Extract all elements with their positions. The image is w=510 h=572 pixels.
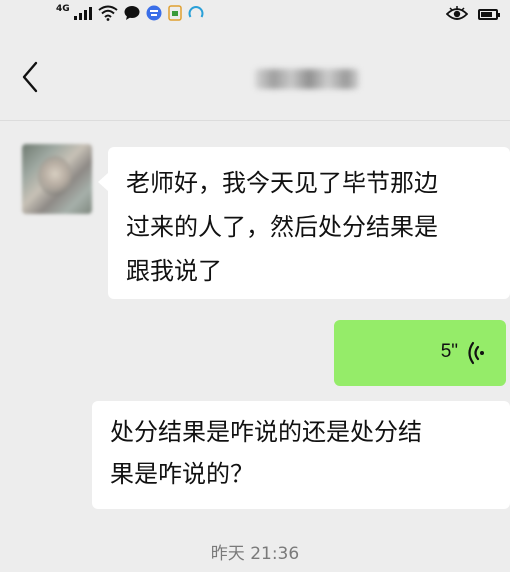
voice-duration: 5" bbox=[440, 341, 458, 362]
sim-icon bbox=[167, 5, 182, 21]
chat-header bbox=[0, 30, 510, 121]
network-type-label: 4G bbox=[56, 3, 70, 14]
incoming-message-bubble[interactable]: 老师好，我今天见了毕节那边 过来的人了，然后处分结果是 跟我说了 bbox=[98, 147, 510, 299]
message-list[interactable]: 老师好，我今天见了毕节那边 过来的人了，然后处分结果是 跟我说了 5" 处分结果… bbox=[0, 121, 510, 572]
app-icon bbox=[146, 5, 162, 21]
chat-bubble-icon bbox=[124, 6, 140, 20]
voice-wave-icon bbox=[468, 341, 484, 365]
voice-message-bubble[interactable]: 5" bbox=[334, 320, 506, 386]
battery-icon bbox=[478, 8, 500, 20]
message-timestamp: 昨天 21:36 bbox=[210, 544, 300, 564]
loading-arc-icon bbox=[188, 6, 204, 18]
signal-bars-icon bbox=[73, 6, 92, 20]
contact-avatar[interactable] bbox=[22, 144, 92, 214]
status-bar: 4G bbox=[0, 0, 510, 30]
wifi-icon bbox=[98, 5, 118, 21]
eye-icon bbox=[446, 6, 468, 20]
back-button[interactable] bbox=[14, 57, 54, 97]
status-left-group: 4G bbox=[56, 0, 204, 26]
incoming-message-bubble-2[interactable]: 处分结果是咋说的还是处分结 果是咋说的？ bbox=[92, 401, 510, 509]
chevron-left-icon bbox=[22, 61, 38, 93]
status-right-group bbox=[446, 3, 500, 25]
chat-title bbox=[255, 69, 359, 89]
